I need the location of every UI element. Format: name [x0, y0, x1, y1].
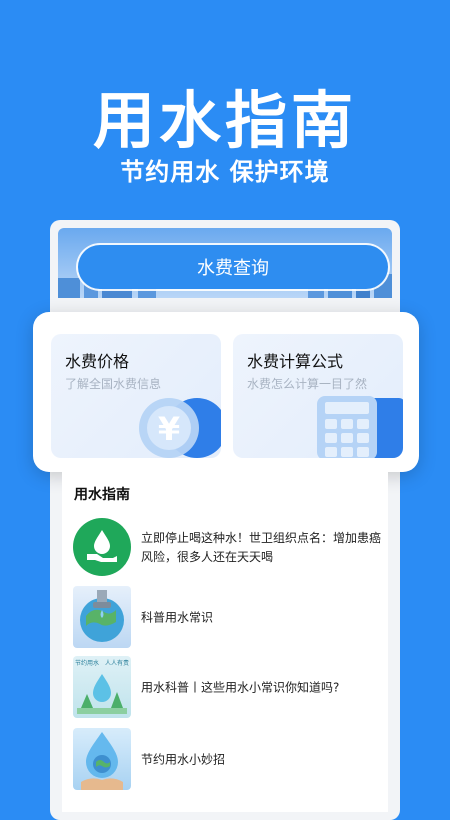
item-text: 科普用水常识: [141, 610, 214, 625]
hero-subtitle: 节约用水 保护环境: [120, 158, 330, 186]
card-title: 水费计算公式: [247, 352, 344, 371]
calculator-icon: [317, 396, 403, 458]
list-item[interactable]: 节约用水小妙招: [73, 728, 383, 792]
item-text: 用水科普丨这些用水小常识你知道吗?: [141, 680, 340, 695]
list-item[interactable]: 科普用水常识: [73, 586, 383, 650]
thumbnail: [73, 516, 131, 578]
list-item[interactable]: 立即停止喝这种水！世卫组织点名：增加患癌风险，很多人还在天天喝: [73, 516, 383, 580]
card-desc: 水费怎么计算一目了然: [247, 377, 368, 391]
card-desc: 了解全国水费信息: [65, 377, 162, 391]
poster-caption: 节约用水 人人有责: [75, 659, 129, 667]
thumbnail: [73, 586, 131, 648]
item-text: 节约用水小妙招: [141, 752, 226, 767]
svg-text:¥: ¥: [158, 410, 180, 448]
earth-faucet-image: [80, 590, 124, 642]
banner-image: 水费查询: [58, 228, 392, 298]
hero-title: 用水指南: [92, 84, 357, 157]
card-title: 水费价格: [65, 352, 130, 371]
thumbnail: 节约用水 人人有责: [73, 656, 131, 718]
water-guide-section: 用水指南 立即停止喝这种水！世卫组织点名：增加患癌风险，很多人还在天天喝 科普用…: [62, 472, 388, 812]
section-title: 用水指南: [74, 487, 130, 503]
water-drop-earth-image: [81, 732, 123, 790]
item-text: 立即停止喝这种水！世卫组织点名：增加患癌风险，很多人还在天天喝: [141, 531, 382, 564]
thumbnail: [73, 728, 131, 790]
list-item[interactable]: 节约用水 人人有责 用水科普丨这些用水小常识你知道吗?: [73, 656, 383, 720]
water-formula-card[interactable]: 水费计算公式 水费怎么计算一目了然: [233, 334, 403, 458]
save-water-poster: 节约用水 人人有责: [75, 659, 129, 714]
feature-cards-panel: 水费价格 了解全国水费信息 ¥ 水费计算公式 水费怎么计算一目了然: [33, 312, 419, 472]
hand-water-drop-icon: [73, 518, 131, 576]
yen-coin-icon: ¥: [139, 398, 221, 458]
water-price-card[interactable]: 水费价格 了解全国水费信息 ¥: [51, 334, 221, 458]
water-fee-query-button[interactable]: 水费查询: [78, 245, 388, 289]
